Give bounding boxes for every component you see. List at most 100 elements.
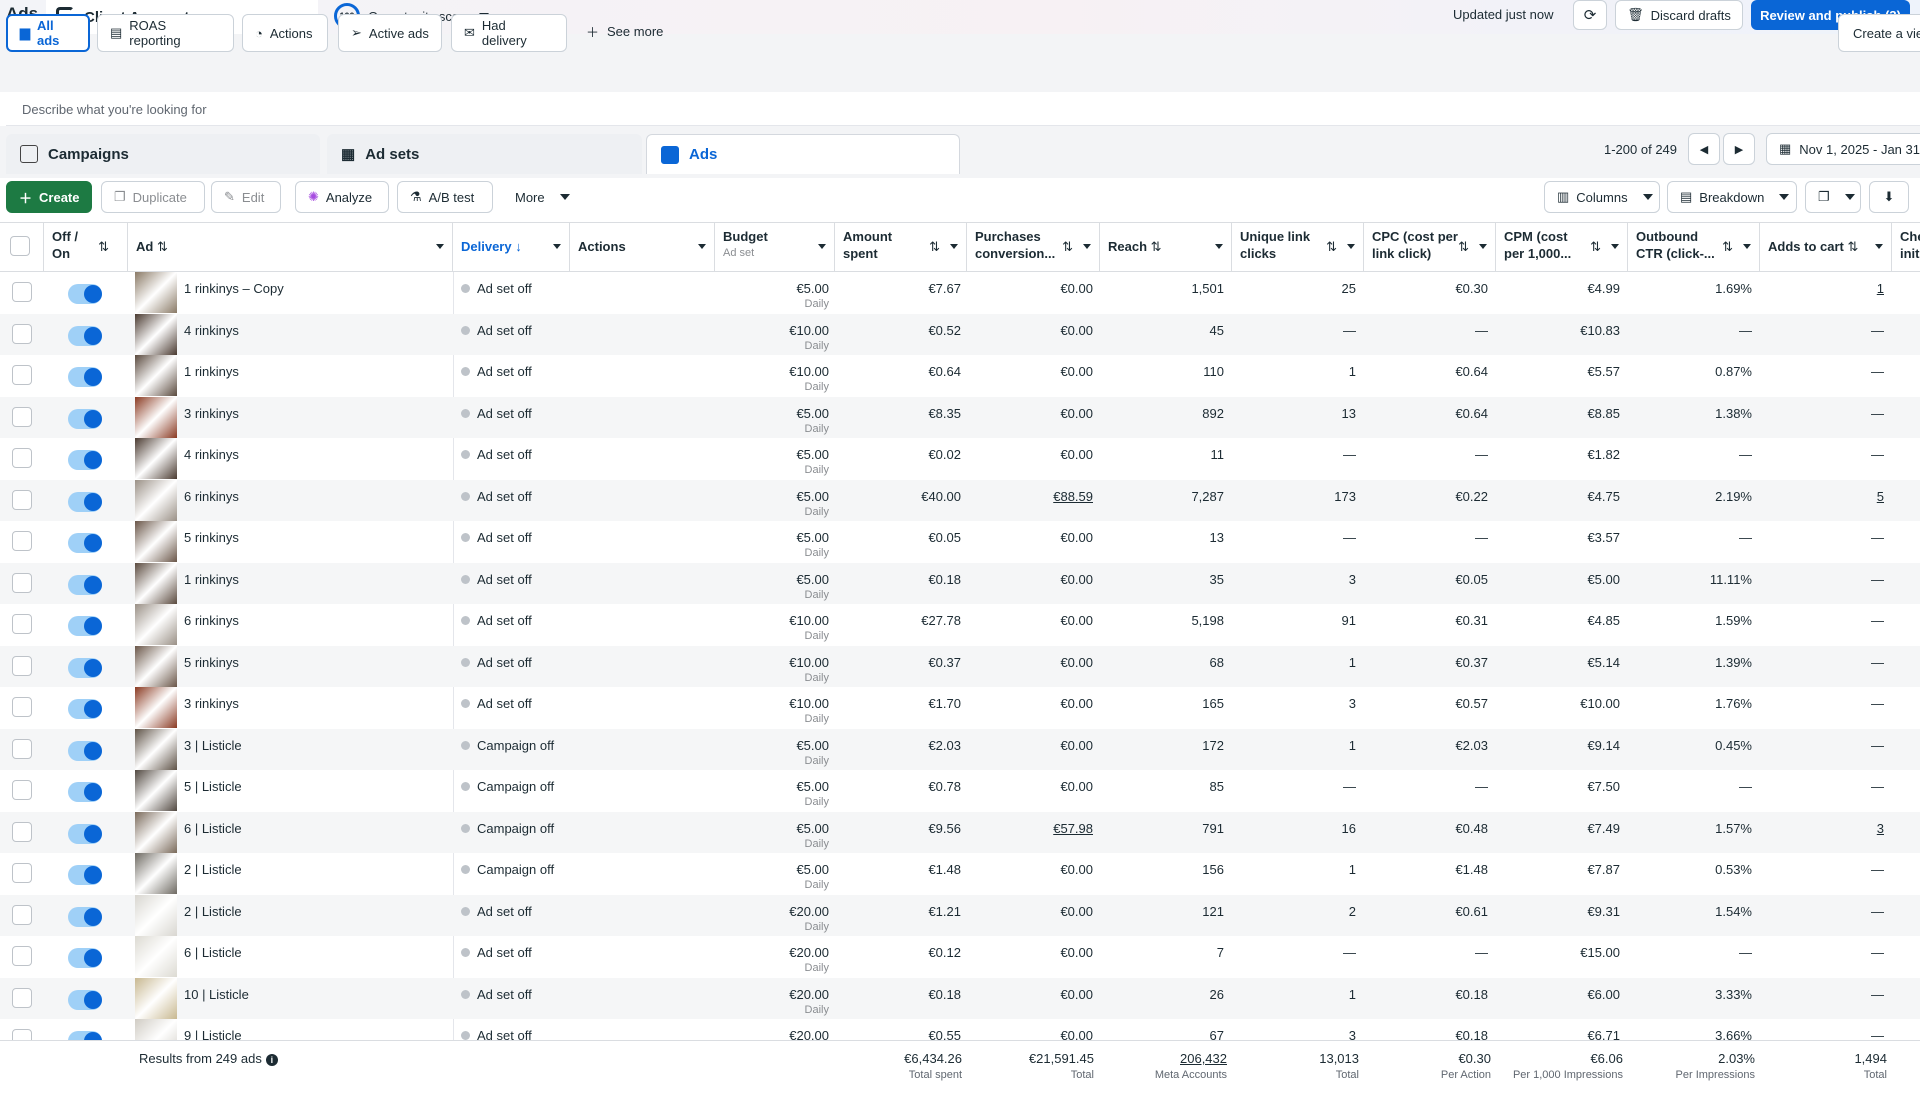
budget-value[interactable]: €10.00 [715, 364, 829, 379]
row-checkbox[interactable] [12, 448, 32, 468]
create-view-button[interactable]: Create a view [1838, 14, 1920, 52]
ad-name[interactable]: 6 rinkinys [184, 613, 239, 628]
ad-thumbnail[interactable] [135, 562, 177, 604]
adds-to-cart-value[interactable]: 3 [1760, 821, 1884, 836]
view-had-delivery[interactable]: ✉ Had delivery [451, 14, 567, 52]
row-toggle[interactable] [68, 699, 102, 719]
ad-name[interactable]: 2 | Listicle [184, 904, 242, 919]
ad-name[interactable]: 5 rinkinys [184, 530, 239, 545]
row-toggle[interactable] [68, 782, 102, 802]
ad-name[interactable]: 3 rinkinys [184, 696, 239, 711]
table-row[interactable]: 10 | Listicle Ad set off €20.00 Daily €0.18 €… [0, 977, 1920, 1019]
table-row[interactable]: 1 rinkinys – Copy Ad set off €5.00 Daily €7.… [0, 272, 1920, 314]
row-toggle[interactable] [68, 1031, 102, 1040]
budget-value[interactable]: €20.00 [715, 904, 829, 919]
budget-value[interactable]: €10.00 [715, 696, 829, 711]
ad-thumbnail[interactable] [135, 645, 177, 687]
view-active-ads[interactable]: ➢ Active ads [338, 14, 442, 52]
ad-name[interactable]: 1 rinkinys [184, 572, 239, 587]
columns-button[interactable]: ▥ Columns [1544, 181, 1660, 213]
row-toggle[interactable] [68, 823, 102, 844]
row-checkbox[interactable] [12, 489, 32, 510]
ad-name[interactable]: 6 | Listicle [184, 821, 242, 836]
table-row[interactable]: 6 | Listicle Ad set off €20.00 Daily €0.12 €0… [0, 936, 1920, 978]
table-row[interactable]: 5 rinkinys Ad set off €10.00 Daily €0.37 €0.0… [0, 645, 1920, 687]
row-checkbox[interactable] [12, 738, 32, 759]
budget-value[interactable]: €5.00 [715, 738, 829, 753]
ad-thumbnail[interactable] [135, 604, 177, 645]
more-menu-button[interactable]: More [503, 181, 579, 213]
table-row[interactable]: 3 rinkinys Ad set off €5.00 Daily €8.35 €0.00… [0, 396, 1920, 438]
header-ad[interactable]: Ad ⇅ [128, 223, 453, 271]
budget-value[interactable]: €5.00 [715, 862, 829, 877]
analyze-button[interactable]: ✺ Analyze [295, 181, 389, 213]
header-budget[interactable]: Budget Ad set [715, 223, 835, 271]
ad-thumbnail[interactable] [135, 728, 177, 770]
row-toggle[interactable] [68, 616, 102, 636]
row-checkbox[interactable] [12, 572, 32, 593]
row-checkbox[interactable] [12, 946, 32, 966]
row-checkbox[interactable] [12, 697, 32, 717]
ad-name[interactable]: 10 | Listicle [184, 987, 249, 1002]
table-row[interactable]: 9 | ListicleAd set off€20.00Daily€0.55€0… [0, 1019, 1920, 1040]
budget-value[interactable]: €10.00 [715, 613, 829, 628]
adds-to-cart-value[interactable]: 5 [1760, 489, 1884, 504]
ad-name[interactable]: 6 | Listicle [184, 945, 242, 960]
header-amount-spent[interactable]: Amount spent ⇅ [835, 223, 967, 271]
ad-name[interactable]: 1 rinkinys [184, 364, 239, 379]
breakdown-button[interactable]: ▤ Breakdown [1667, 181, 1797, 213]
ad-thumbnail[interactable] [135, 894, 177, 936]
ad-name[interactable]: 2 | Listicle [184, 862, 242, 877]
budget-value[interactable]: €5.00 [715, 572, 829, 587]
view-all-ads[interactable]: ▆ All ads [6, 14, 90, 52]
budget-value[interactable]: €20.00 [715, 987, 829, 1002]
table-row[interactable]: 6 rinkinys Ad set off €10.00 Daily €27.78 €0.… [0, 604, 1920, 646]
ad-name[interactable]: 4 rinkinys [184, 447, 239, 462]
ad-thumbnail[interactable] [135, 687, 177, 728]
row-toggle[interactable] [68, 533, 102, 553]
ad-name[interactable]: 5 rinkinys [184, 655, 239, 670]
row-checkbox[interactable] [12, 1029, 32, 1040]
duplicate-button[interactable]: ❐ Duplicate [101, 181, 205, 213]
row-toggle[interactable] [68, 325, 102, 346]
ad-thumbnail[interactable] [135, 355, 177, 396]
row-checkbox[interactable] [12, 904, 32, 925]
export-button[interactable]: ⬇ [1869, 181, 1909, 213]
header-unique-link-clicks[interactable]: Unique link clicks ⇅ [1232, 223, 1364, 271]
header-purchases[interactable]: Purchases conversion... ⇅ [967, 223, 1100, 271]
ad-thumbnail[interactable] [135, 853, 177, 894]
row-checkbox[interactable] [12, 821, 32, 842]
header-reach[interactable]: Reach ⇅ [1100, 223, 1232, 271]
next-page-button[interactable]: ▶ [1723, 133, 1755, 165]
create-button[interactable]: ＋ Create [6, 181, 92, 213]
row-toggle[interactable] [68, 284, 102, 304]
tab-campaigns[interactable]: Campaigns [6, 134, 320, 174]
header-cpc[interactable]: CPC (cost per link click) ⇅ [1364, 223, 1496, 271]
budget-value[interactable]: €10.00 [715, 323, 829, 338]
row-checkbox[interactable] [12, 780, 32, 800]
table-row[interactable]: 6 rinkinys Ad set off €5.00 Daily €40.00 €88.… [0, 479, 1920, 521]
adds-to-cart-value[interactable]: 1 [1760, 281, 1884, 296]
ad-name[interactable]: 3 rinkinys [184, 406, 239, 421]
ad-thumbnail[interactable] [135, 936, 177, 977]
ad-thumbnail[interactable] [135, 770, 177, 811]
ad-thumbnail[interactable] [135, 1019, 177, 1040]
total-reach[interactable]: 206,432 [1100, 1051, 1227, 1066]
header-actions[interactable]: Actions [570, 223, 715, 271]
discard-drafts-button[interactable]: 🗑 Discard drafts [1615, 0, 1743, 30]
tab-ads[interactable]: Ads [646, 134, 960, 174]
purchases-value[interactable]: €88.59 [967, 489, 1093, 504]
row-checkbox[interactable] [12, 406, 32, 427]
header-checkouts[interactable]: Checkouts initiated [1892, 223, 1920, 271]
ab-test-button[interactable]: ⚗ A/B test [397, 181, 493, 213]
budget-value[interactable]: €5.00 [715, 447, 829, 462]
row-checkbox[interactable] [12, 655, 32, 676]
budget-value[interactable]: €20.00 [715, 945, 829, 960]
row-toggle[interactable] [68, 865, 102, 885]
ad-thumbnail[interactable] [135, 977, 177, 1019]
ad-thumbnail[interactable] [135, 521, 177, 562]
ad-name[interactable]: 1 rinkinys – Copy [184, 281, 284, 296]
budget-value[interactable]: €5.00 [715, 779, 829, 794]
row-toggle[interactable] [68, 450, 102, 470]
see-more-button[interactable]: ＋ See more [586, 22, 663, 41]
